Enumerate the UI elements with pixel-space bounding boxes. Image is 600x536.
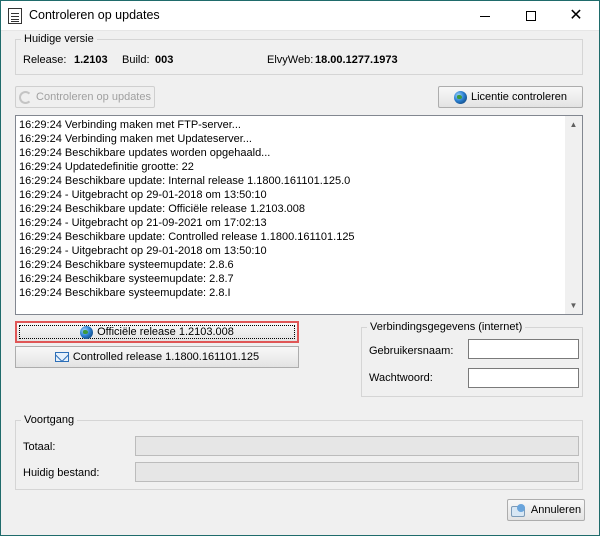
chevron-up-icon: ▲: [569, 120, 578, 129]
check-license-label: Licentie controleren: [470, 91, 567, 103]
password-label: Wachtwoord:: [369, 372, 433, 384]
check-updates-label: Controleren op updates: [36, 91, 151, 103]
log-line: 16:29:24 Beschikbare update: Internal re…: [19, 175, 351, 187]
minimize-icon: [480, 15, 490, 17]
username-label: Gebruikersnaam:: [369, 345, 454, 357]
check-license-button[interactable]: Licentie controleren: [438, 86, 583, 108]
release-label: Release:: [23, 54, 67, 66]
log-lines: 16:29:24 Verbinding maken met FTP-server…: [19, 118, 564, 300]
official-release-label: Officiële release 1.2103.008: [97, 326, 234, 338]
close-button[interactable]: ✕: [553, 1, 599, 31]
build-label: Build:: [122, 54, 150, 66]
log-line: 16:29:24 Beschikbare systeemupdate: 2.8.…: [19, 287, 231, 299]
chevron-down-icon: ▼: [569, 301, 578, 310]
total-label: Totaal:: [23, 441, 56, 453]
refresh-icon: [19, 90, 33, 104]
elvyweb-label: ElvyWeb:: [267, 54, 314, 66]
elvyweb-value: 18.00.1277.1973: [315, 54, 398, 66]
current-file-progress-bar: [135, 462, 579, 482]
window-title: Controleren op updates: [29, 8, 160, 22]
log-line: 16:29:24 Beschikbare update: Controlled …: [19, 231, 355, 243]
minimize-button[interactable]: [462, 1, 508, 31]
current-version-legend: Huidige versie: [24, 33, 94, 45]
build-value: 003: [155, 54, 174, 66]
globe-icon: [453, 90, 467, 104]
scroll-down-button[interactable]: ▼: [565, 297, 582, 314]
close-icon: ✕: [569, 7, 583, 24]
log-line: 16:29:24 - Uitgebracht op 21-09-2021 om …: [19, 217, 267, 229]
controlled-release-button[interactable]: Controlled release 1.1800.161101.125: [15, 346, 299, 368]
username-input[interactable]: [468, 339, 579, 359]
mail-icon: [54, 352, 69, 362]
connection-legend: Verbindingsgegevens (internet): [370, 321, 523, 333]
check-updates-button[interactable]: Controleren op updates: [15, 86, 155, 108]
log-line: 16:29:24 Beschikbare systeemupdate: 2.8.…: [19, 273, 234, 285]
log-scrollbar[interactable]: ▲ ▼: [565, 116, 582, 314]
log-line: 16:29:24 Beschikbare update: Officiële r…: [19, 203, 305, 215]
log-line: 16:29:24 - Uitgebracht op 29-01-2018 om …: [19, 245, 267, 257]
log-line: 16:29:24 - Uitgebracht op 29-01-2018 om …: [19, 189, 267, 201]
official-release-button[interactable]: Officiële release 1.2103.008: [15, 321, 299, 343]
cancel-icon: [510, 504, 527, 517]
maximize-icon: [526, 11, 536, 21]
log-line: 16:29:24 Verbinding maken met FTP-server…: [19, 119, 241, 131]
cancel-button[interactable]: Annuleren: [507, 499, 585, 521]
controlled-release-label: Controlled release 1.1800.161101.125: [72, 351, 260, 363]
log-line: 16:29:24 Verbinding maken met Updateserv…: [19, 133, 252, 145]
total-progress-bar: [135, 436, 579, 456]
log-line: 16:29:24 Beschikbare updates worden opge…: [19, 147, 271, 159]
update-dialog: Controleren op updates ✕ Huidige versie …: [0, 0, 600, 536]
cancel-label: Annuleren: [530, 504, 582, 516]
log-line: 16:29:24 Beschikbare systeemupdate: 2.8.…: [19, 259, 234, 271]
current-file-label: Huidig bestand:: [23, 467, 100, 479]
document-icon: [8, 8, 22, 24]
progress-legend: Voortgang: [24, 414, 75, 426]
update-log[interactable]: 16:29:24 Verbinding maken met FTP-server…: [15, 115, 583, 315]
maximize-button[interactable]: [508, 1, 554, 31]
scroll-up-button[interactable]: ▲: [565, 116, 582, 133]
log-line: 16:29:24 Updatedefinitie grootte: 22: [19, 161, 194, 173]
release-value: 1.2103: [74, 54, 108, 66]
password-input[interactable]: [468, 368, 579, 388]
title-bar[interactable]: Controleren op updates ✕: [1, 1, 599, 31]
globe-icon: [80, 325, 94, 339]
